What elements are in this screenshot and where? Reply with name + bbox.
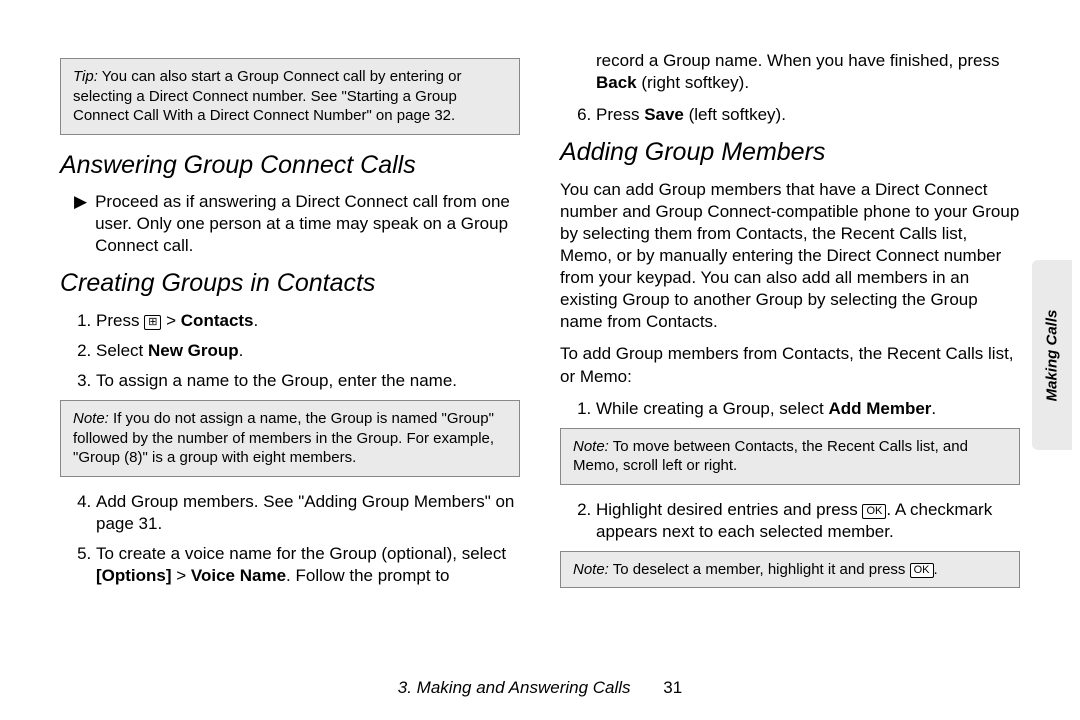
adding-members-para: You can add Group members that have a Di…	[560, 179, 1020, 334]
step-6: Press Save (left softkey).	[596, 104, 1020, 126]
side-tab: Making Calls	[1032, 260, 1072, 450]
bullet-text: Proceed as if answering a Direct Connect…	[95, 191, 520, 257]
left-column: Tip: You can also start a Group Connect …	[60, 50, 520, 660]
page-footer: 3. Making and Answering Calls 31	[0, 678, 1080, 698]
step-5: To create a voice name for the Group (op…	[96, 543, 520, 587]
note-lead: Note:	[573, 438, 609, 455]
heading-adding-members: Adding Group Members	[560, 136, 1020, 169]
tip-text: You can also start a Group Connect call …	[73, 68, 461, 124]
note-lead: Note:	[573, 561, 609, 578]
step-4: Add Group members. See "Adding Group Mem…	[96, 491, 520, 535]
note-box-groupname: Note: If you do not assign a name, the G…	[60, 400, 520, 477]
bullet-answering: ▶ Proceed as if answering a Direct Conne…	[60, 191, 520, 257]
footer-page-number: 31	[663, 678, 682, 697]
heading-answering: Answering Group Connect Calls	[60, 149, 520, 182]
steps-adding-members: While creating a Group, select Add Membe…	[560, 398, 1020, 420]
step5-continuation: record a Group name. When you have finis…	[560, 50, 1020, 94]
note-box-deselect: Note: To deselect a member, highlight it…	[560, 551, 1020, 589]
menu-key-icon: ⊞	[144, 315, 161, 330]
triangle-bullet-icon: ▶	[74, 191, 87, 257]
right-column: record a Group name. When you have finis…	[560, 50, 1020, 660]
adding-members-lead: To add Group members from Contacts, the …	[560, 343, 1020, 387]
add-step-1: While creating a Group, select Add Membe…	[596, 398, 1020, 420]
note-box-scroll: Note: To move between Contacts, the Rece…	[560, 428, 1020, 485]
step-2: Select New Group.	[96, 340, 520, 362]
note-text: To move between Contacts, the Recent Cal…	[573, 438, 968, 475]
steps-creating-groups: Press ⊞ > Contacts. Select New Group. To…	[60, 310, 520, 392]
steps-adding-members-cont: Highlight desired entries and press OK. …	[560, 499, 1020, 543]
heading-creating-groups: Creating Groups in Contacts	[60, 267, 520, 300]
tip-box: Tip: You can also start a Group Connect …	[60, 58, 520, 135]
footer-chapter: 3. Making and Answering Calls	[398, 678, 631, 697]
note-lead: Note:	[73, 410, 109, 427]
step-3: To assign a name to the Group, enter the…	[96, 370, 520, 392]
add-step-2: Highlight desired entries and press OK. …	[596, 499, 1020, 543]
note-text-b: .	[934, 561, 938, 578]
tip-lead: Tip:	[73, 68, 98, 85]
step-1: Press ⊞ > Contacts.	[96, 310, 520, 332]
ok-key-icon: OK	[862, 504, 886, 519]
note-text-a: To deselect a member, highlight it and p…	[613, 561, 910, 578]
note-text: If you do not assign a name, the Group i…	[73, 410, 494, 466]
ok-key-icon: OK	[910, 563, 934, 578]
side-tab-label: Making Calls	[1044, 309, 1061, 401]
steps-creating-groups-cont2: Press Save (left softkey).	[560, 104, 1020, 126]
steps-creating-groups-cont: Add Group members. See "Adding Group Mem…	[60, 491, 520, 587]
